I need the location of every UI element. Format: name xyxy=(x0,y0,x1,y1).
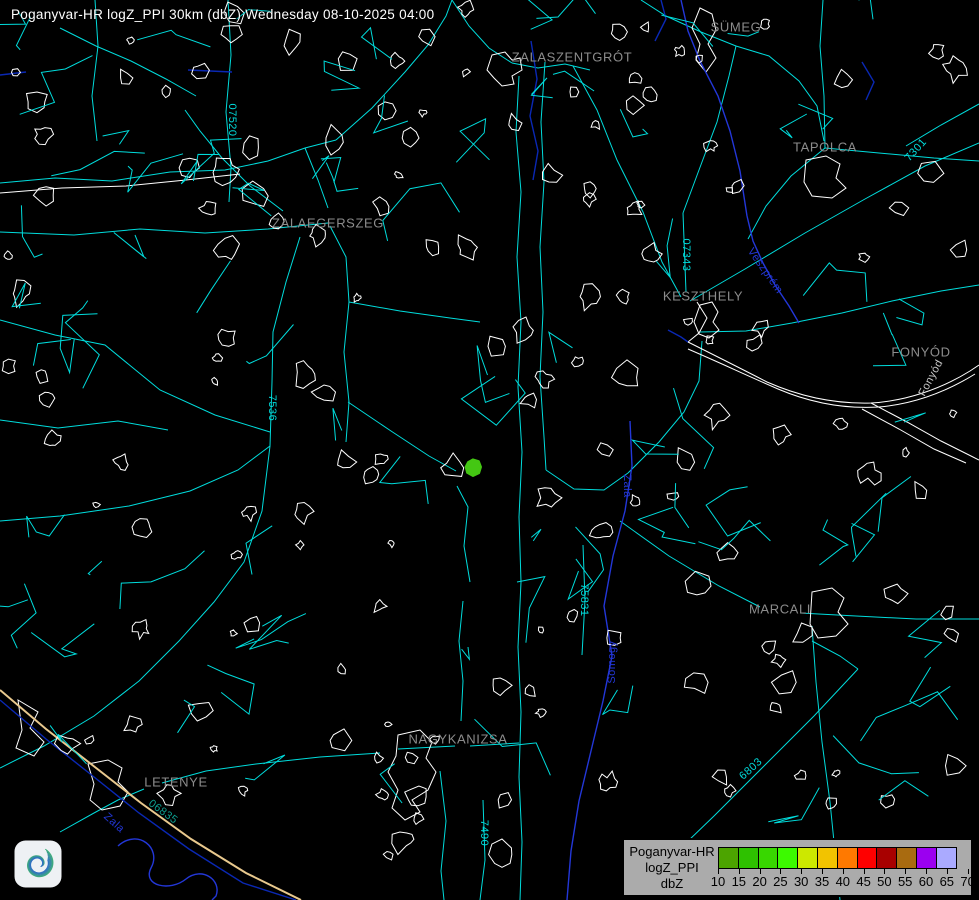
legend-site-name: Poganyvar-HR xyxy=(626,844,718,860)
river-meander xyxy=(118,839,217,900)
road-line xyxy=(0,320,270,432)
road-line xyxy=(582,545,585,655)
road-line xyxy=(440,771,446,900)
road-line xyxy=(348,402,456,471)
colorbar-cell xyxy=(936,847,957,869)
road-line xyxy=(305,148,328,208)
river-line xyxy=(668,330,688,342)
radar-viewport: SÜMEGZALASZENTGRÓTTAPOLCAZALAEGERSZEGKES… xyxy=(0,0,979,900)
road-line xyxy=(628,341,702,473)
colorbar-tick-label: 65 xyxy=(940,874,954,889)
colorbar-tick-label: 10 xyxy=(711,874,725,889)
colorbar-tick-label: 55 xyxy=(898,874,912,889)
logo-background xyxy=(15,841,62,888)
road-line xyxy=(620,521,760,607)
town-outline xyxy=(388,730,436,820)
colorbar-tick-label: 60 xyxy=(919,874,933,889)
lake-shore-road xyxy=(688,349,975,407)
road-line xyxy=(748,148,825,239)
county-border-line xyxy=(681,0,747,216)
radar-echo-layer xyxy=(466,459,481,476)
town-outline xyxy=(694,302,719,338)
legend-title: Poganyvar-HR logZ_PPI dbZ xyxy=(626,844,718,892)
road-line xyxy=(398,746,455,749)
colorbar-cell xyxy=(857,847,878,869)
colorbar-cell xyxy=(896,847,917,869)
road-line xyxy=(540,62,546,470)
colorbar-cell xyxy=(797,847,818,869)
county-border-line xyxy=(567,421,632,900)
river-line xyxy=(862,62,874,100)
road-line xyxy=(690,143,979,301)
colorbar-tick-label: 30 xyxy=(794,874,808,889)
road-line xyxy=(0,420,168,430)
colorbar-cell xyxy=(876,847,897,869)
road-line xyxy=(512,63,590,70)
road-line xyxy=(683,213,686,292)
road-line xyxy=(906,104,979,146)
town-outline xyxy=(804,156,846,198)
road-line xyxy=(546,470,628,490)
road-line-white xyxy=(871,403,979,460)
colorbar-tick-label: 45 xyxy=(856,874,870,889)
product-title: Poganyvar-HR logZ_PPI 30km (dbZ) Wednesd… xyxy=(11,7,434,22)
road-line xyxy=(812,641,858,669)
road-line xyxy=(736,46,824,141)
road-line xyxy=(0,446,270,521)
colorbar-tick-label: 15 xyxy=(732,874,746,889)
legend-product-name: logZ_PPI xyxy=(626,860,718,876)
road-line xyxy=(0,140,336,183)
colorbar-cell xyxy=(837,847,858,869)
road-line xyxy=(206,753,380,771)
colorbar-tick-label: 40 xyxy=(836,874,850,889)
legend-unit: dbZ xyxy=(626,876,718,892)
lake-shoreline xyxy=(688,302,979,403)
colorbar-legend: Poganyvar-HR logZ_PPI dbZ 10 15 20 25 30 35 40… xyxy=(622,838,973,897)
county-border-line xyxy=(747,216,799,323)
town-outline xyxy=(692,8,716,72)
colorbar-tick-label: 35 xyxy=(815,874,829,889)
road-line xyxy=(270,237,300,446)
town-outline xyxy=(487,52,522,86)
radar-echo xyxy=(466,459,481,476)
base-map-lines xyxy=(0,0,979,900)
road-line xyxy=(226,0,231,202)
colorbar-tick-label: 20 xyxy=(752,874,766,889)
colorbar-cell xyxy=(777,847,798,869)
colorbar-cells xyxy=(718,847,957,869)
rail-line xyxy=(0,174,240,193)
road-line xyxy=(459,601,463,721)
colorbar-cell xyxy=(817,847,838,869)
river-line xyxy=(655,0,666,41)
colorbar-cell xyxy=(718,847,739,869)
road-line xyxy=(825,148,979,161)
colorbar-cell xyxy=(738,847,759,869)
river-line xyxy=(188,70,232,72)
colorbar-tick-label: 50 xyxy=(877,874,891,889)
colorbar-cell xyxy=(758,847,779,869)
road-line xyxy=(0,446,270,768)
road-line xyxy=(162,771,206,783)
river-line xyxy=(530,41,538,180)
hurricane-spiral-logo xyxy=(14,840,62,888)
map-canvas xyxy=(0,0,979,900)
road-line xyxy=(480,800,485,900)
town-outline xyxy=(810,588,848,638)
road-line xyxy=(516,76,522,900)
colorbar-tick-label: 70 xyxy=(960,874,974,889)
colorbar-cell xyxy=(916,847,937,869)
road-line xyxy=(349,302,480,322)
colorbar-tick-label: 25 xyxy=(773,874,787,889)
road-line xyxy=(457,486,470,582)
road-line xyxy=(700,285,979,332)
road-line-white xyxy=(862,409,966,463)
